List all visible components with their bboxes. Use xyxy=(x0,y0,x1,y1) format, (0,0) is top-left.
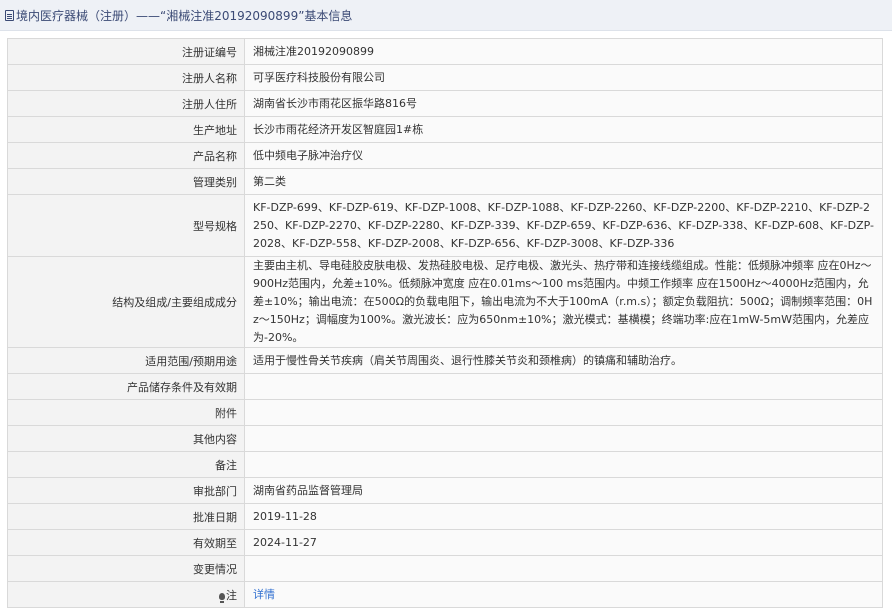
row-value: 长沙市雨花经济开发区智庭园1#栋 xyxy=(244,116,883,143)
table-row: 型号规格 KF-DZP-699、KF-DZP-619、KF-DZP-1008、K… xyxy=(7,194,883,257)
table-row: 批准日期 2019-11-28 xyxy=(7,503,883,530)
table-row: 产品名称 低中频电子脉冲治疗仪 xyxy=(7,142,883,169)
row-label: 注册证编号 xyxy=(7,38,245,65)
row-label: 备注 xyxy=(7,451,245,478)
row-value: 主要由主机、导电硅胶皮肤电极、发热硅胶电极、足疗电极、激光头、热疗带和连接线缆组… xyxy=(244,256,883,348)
table-row: 变更情况 xyxy=(7,555,883,582)
row-value: 2024-11-27 xyxy=(244,529,883,556)
row-label: 生产地址 xyxy=(7,116,245,143)
info-table: 注册证编号 湘械注准20192090899 注册人名称 可孚医疗科技股份有限公司… xyxy=(7,38,883,608)
table-row: 管理类别 第二类 xyxy=(7,168,883,195)
row-label: 结构及组成/主要组成成分 xyxy=(7,256,245,348)
table-row: 其他内容 xyxy=(7,425,883,452)
row-value: 湖南省长沙市雨花区振华路816号 xyxy=(244,90,883,117)
row-value xyxy=(244,555,883,582)
row-value xyxy=(244,425,883,452)
table-row: 结构及组成/主要组成成分 主要由主机、导电硅胶皮肤电极、发热硅胶电极、足疗电极、… xyxy=(7,256,883,348)
row-label: 有效期至 xyxy=(7,529,245,556)
table-row: 附件 xyxy=(7,399,883,426)
table-row: 备注 xyxy=(7,451,883,478)
row-value: 2019-11-28 xyxy=(244,503,883,530)
table-row: 注册人名称 可孚医疗科技股份有限公司 xyxy=(7,64,883,91)
table-row: 产品储存条件及有效期 xyxy=(7,373,883,400)
row-value: KF-DZP-699、KF-DZP-619、KF-DZP-1008、KF-DZP… xyxy=(244,194,883,257)
row-value: 第二类 xyxy=(244,168,883,195)
note-value: 详情 xyxy=(244,581,883,608)
row-label: 注册人住所 xyxy=(7,90,245,117)
note-row: 注 详情 xyxy=(7,581,883,608)
table-row: 有效期至 2024-11-27 xyxy=(7,529,883,556)
row-value: 湘械注准20192090899 xyxy=(244,38,883,65)
document-icon xyxy=(5,9,14,21)
row-value: 适用于慢性骨关节疾病（肩关节周围炎、退行性膝关节炎和颈椎病）的镇痛和辅助治疗。 xyxy=(244,347,883,374)
row-label: 变更情况 xyxy=(7,555,245,582)
table-row: 注册人住所 湖南省长沙市雨花区振华路816号 xyxy=(7,90,883,117)
lightbulb-icon xyxy=(219,592,225,603)
table-row: 审批部门 湖南省药品监督管理局 xyxy=(7,477,883,504)
row-label: 适用范围/预期用途 xyxy=(7,347,245,374)
row-value xyxy=(244,373,883,400)
row-label: 型号规格 xyxy=(7,194,245,257)
row-label: 批准日期 xyxy=(7,503,245,530)
row-label: 审批部门 xyxy=(7,477,245,504)
row-value: 低中频电子脉冲治疗仪 xyxy=(244,142,883,169)
row-label: 其他内容 xyxy=(7,425,245,452)
details-link[interactable]: 详情 xyxy=(253,588,275,601)
table-row: 注册证编号 湘械注准20192090899 xyxy=(7,38,883,65)
page-title: 境内医疗器械（注册）——“湘械注准20192090899”基本信息 xyxy=(16,8,353,23)
row-label: 产品储存条件及有效期 xyxy=(7,373,245,400)
row-value: 湖南省药品监督管理局 xyxy=(244,477,883,504)
table-row: 生产地址 长沙市雨花经济开发区智庭园1#栋 xyxy=(7,116,883,143)
note-label: 注 xyxy=(7,581,245,608)
note-label-text: 注 xyxy=(226,588,237,602)
row-value xyxy=(244,399,883,426)
row-label: 注册人名称 xyxy=(7,64,245,91)
row-label: 附件 xyxy=(7,399,245,426)
row-value xyxy=(244,451,883,478)
page-header: 境内医疗器械（注册）——“湘械注准20192090899”基本信息 xyxy=(0,0,892,31)
row-value: 可孚医疗科技股份有限公司 xyxy=(244,64,883,91)
table-row: 适用范围/预期用途 适用于慢性骨关节疾病（肩关节周围炎、退行性膝关节炎和颈椎病）… xyxy=(7,347,883,374)
row-label: 产品名称 xyxy=(7,142,245,169)
row-label: 管理类别 xyxy=(7,168,245,195)
